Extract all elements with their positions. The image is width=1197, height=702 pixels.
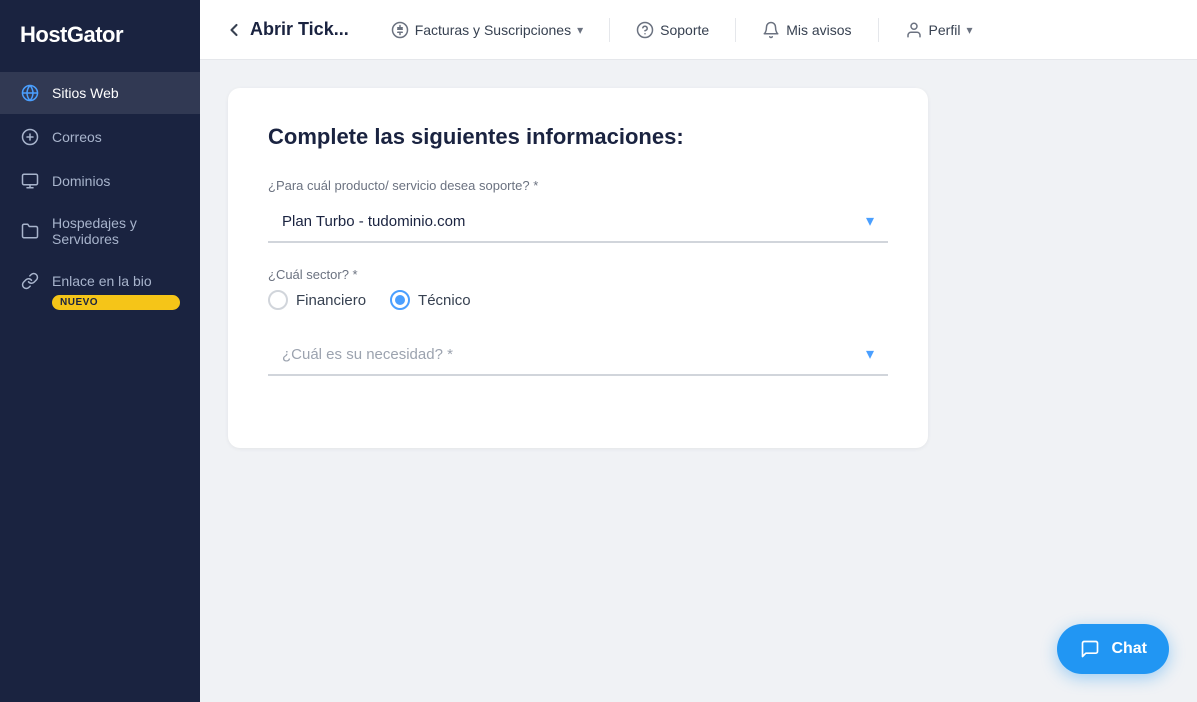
topbar: Abrir Tick... Facturas y Suscripciones ▾ (200, 0, 1197, 60)
nav-facturas[interactable]: Facturas y Suscripciones ▾ (377, 13, 597, 47)
sidebar-item-label: Correos (52, 129, 102, 145)
main-content: Abrir Tick... Facturas y Suscripciones ▾ (200, 0, 1197, 702)
form-card: Complete las siguientes informaciones: ¿… (228, 88, 928, 448)
form-title: Complete las siguientes informaciones: (268, 124, 888, 150)
nav-avisos-label: Mis avisos (786, 22, 851, 38)
bell-icon (762, 21, 780, 39)
logo: HostGator (0, 0, 200, 72)
new-badge: NUEVO (52, 295, 180, 310)
page-title: Abrir Tick... (250, 19, 349, 40)
topbar-left: Abrir Tick... (224, 19, 349, 40)
chevron-down-icon: ▾ (577, 23, 583, 37)
chat-icon (1079, 638, 1101, 660)
product-label: ¿Para cuál producto/ servicio desea sopo… (268, 178, 888, 193)
sector-group: ¿Cuál sector? * Financiero Técnico (268, 267, 888, 310)
question-circle-icon (636, 21, 654, 39)
perfil-chevron-icon: ▾ (966, 23, 972, 37)
sidebar-item-sitios-web[interactable]: Sitios Web (0, 72, 200, 114)
sector-label: ¿Cuál sector? * (268, 267, 888, 282)
need-group: ¿Cuál es su necesidad? * ▾ (268, 334, 888, 376)
nav-perfil-label: Perfil (929, 22, 961, 38)
folder-icon (20, 221, 40, 241)
monitor-icon (20, 171, 40, 191)
sidebar-item-label: Dominios (52, 173, 110, 189)
globe-icon (20, 83, 40, 103)
page-content: Complete las siguientes informaciones: ¿… (200, 60, 1197, 702)
nav-separator-3 (878, 18, 879, 42)
sidebar-nav: Sitios Web Correos Dominios (0, 72, 200, 321)
need-select[interactable]: ¿Cuál es su necesidad? * ▾ (268, 334, 888, 376)
link-icon (20, 271, 40, 291)
sidebar-item-correos[interactable]: Correos (0, 116, 200, 158)
radio-inner-tecnico (395, 295, 405, 305)
radio-outer-financiero (268, 290, 288, 310)
nav-separator-2 (735, 18, 736, 42)
sidebar-item-hospedajes[interactable]: Hospedajes y Servidores (0, 204, 200, 258)
radio-financiero-label: Financiero (296, 292, 366, 309)
mail-icon (20, 127, 40, 147)
sidebar-item-dominios[interactable]: Dominios (0, 160, 200, 202)
product-value: Plan Turbo - tudominio.com (282, 213, 465, 230)
chat-label: Chat (1111, 640, 1147, 658)
sector-radio-group: Financiero Técnico (268, 290, 888, 310)
radio-outer-tecnico (390, 290, 410, 310)
sidebar: HostGator Sitios Web Correos (0, 0, 200, 702)
back-button[interactable] (224, 20, 244, 40)
user-icon (905, 21, 923, 39)
product-select[interactable]: Plan Turbo - tudominio.com ▾ (268, 201, 888, 243)
nav-soporte-label: Soporte (660, 22, 709, 38)
product-group: ¿Para cuál producto/ servicio desea sopo… (268, 178, 888, 243)
sidebar-item-label: Enlace en la bio (52, 273, 152, 289)
radio-tecnico[interactable]: Técnico (390, 290, 471, 310)
radio-tecnico-label: Técnico (418, 292, 471, 309)
dollar-circle-icon (391, 21, 409, 39)
radio-financiero[interactable]: Financiero (268, 290, 366, 310)
chat-button[interactable]: Chat (1057, 624, 1169, 674)
need-placeholder: ¿Cuál es su necesidad? * (282, 346, 453, 363)
select-chevron-icon: ▾ (866, 211, 874, 231)
need-chevron-icon: ▾ (866, 344, 874, 364)
sidebar-item-label: Hospedajes y Servidores (52, 215, 180, 247)
nav-separator-1 (609, 18, 610, 42)
nav-facturas-label: Facturas y Suscripciones (415, 22, 571, 38)
sidebar-item-label: Sitios Web (52, 85, 119, 101)
nav-perfil[interactable]: Perfil ▾ (891, 13, 987, 47)
sidebar-item-enlace[interactable]: Enlace en la bio NUEVO (0, 260, 200, 321)
topbar-nav: Facturas y Suscripciones ▾ Soporte (377, 13, 1173, 47)
nav-avisos[interactable]: Mis avisos (748, 13, 865, 47)
nav-soporte[interactable]: Soporte (622, 13, 723, 47)
